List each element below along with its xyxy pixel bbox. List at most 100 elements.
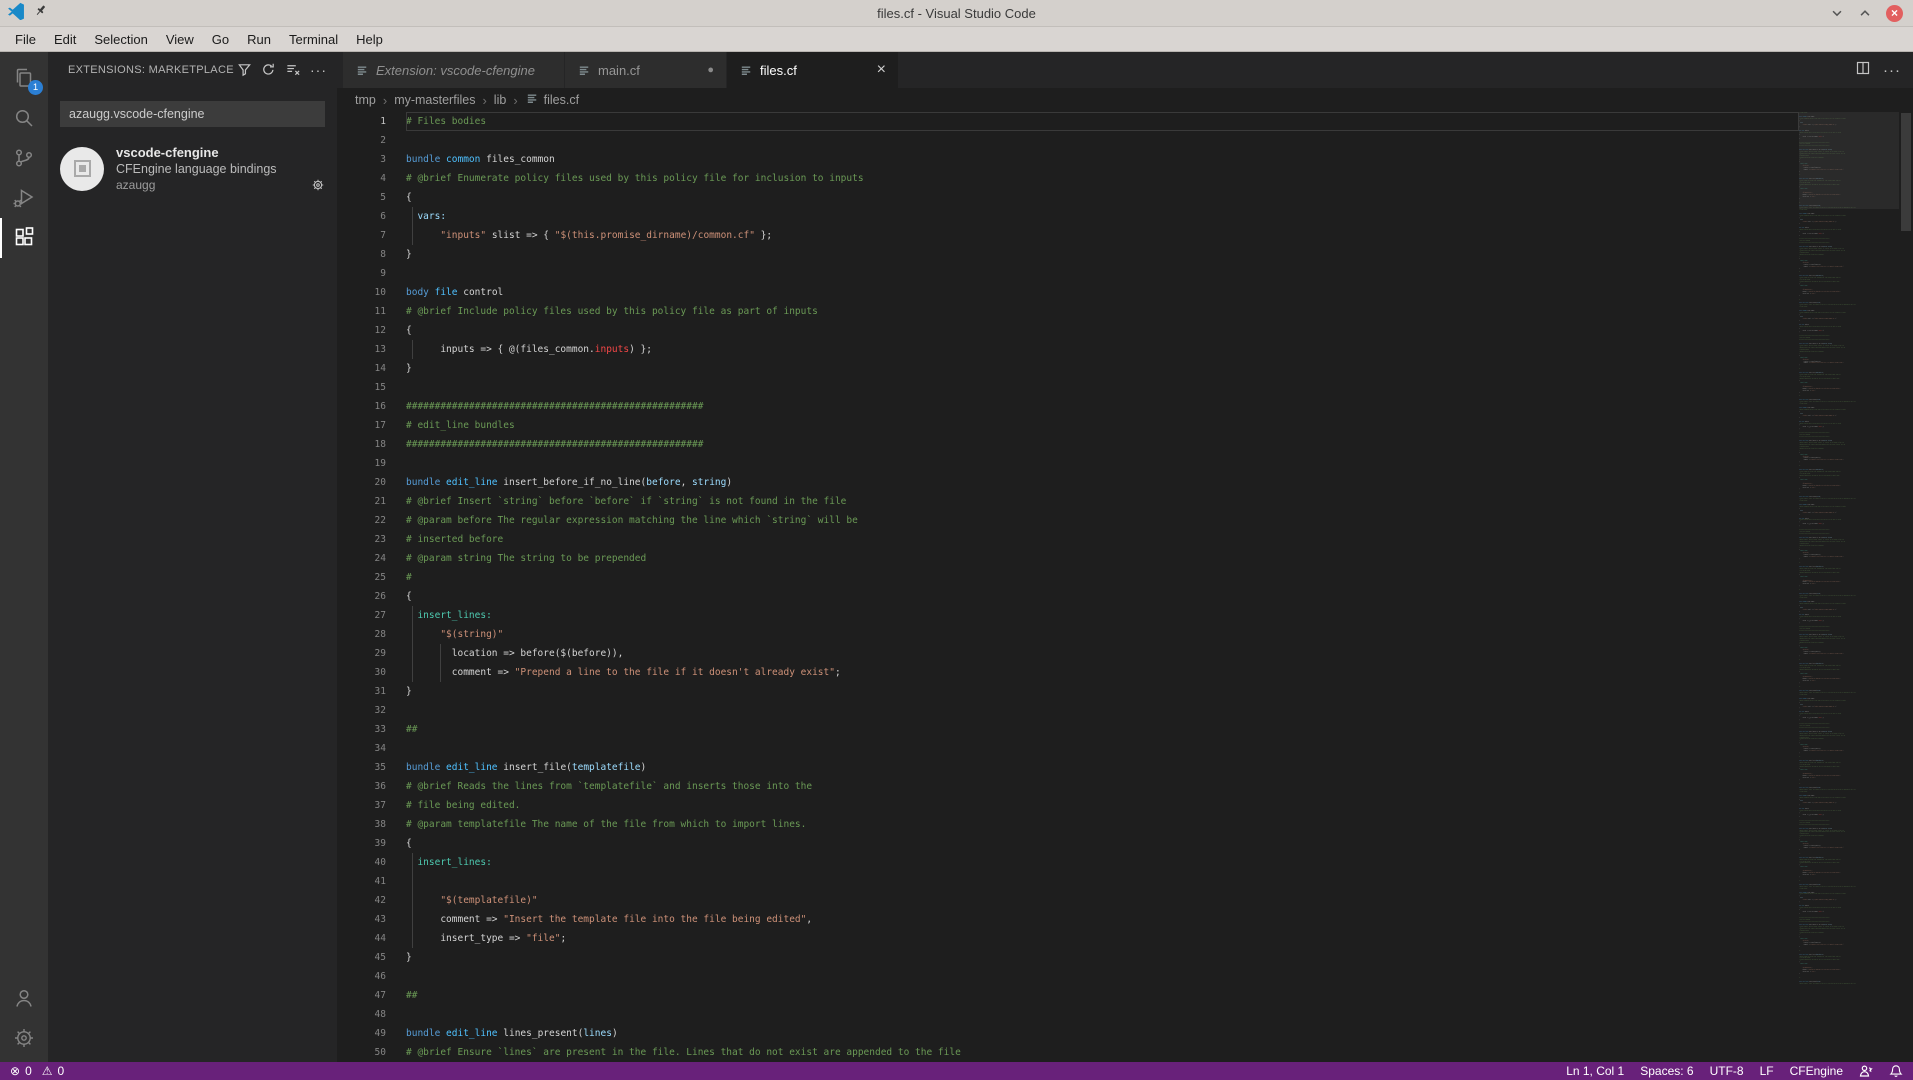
code-line-25[interactable]: 25# [337, 568, 1799, 587]
code-line-43[interactable]: 43 comment => "Insert the template file … [337, 910, 1799, 929]
tab-main-cf[interactable]: main.cf● [565, 52, 727, 88]
code-line-27[interactable]: 27 insert_lines: [337, 606, 1799, 625]
code-line-24[interactable]: 24# @param string The string to be prepe… [337, 549, 1799, 568]
activity-explorer[interactable]: 1 [0, 58, 48, 98]
code-line-28[interactable]: 28 "$(string)" [337, 625, 1799, 644]
minimap-slider[interactable] [1799, 112, 1899, 209]
manage-extension-gear-icon[interactable] [311, 178, 325, 192]
more-actions-icon[interactable]: ··· [310, 65, 327, 75]
code-line-10[interactable]: 10body file control [337, 283, 1799, 302]
code-line-37[interactable]: 37# file being edited. [337, 796, 1799, 815]
activity-source-control[interactable] [0, 138, 48, 178]
code-line-23[interactable]: 23# inserted before [337, 530, 1799, 549]
activity-settings[interactable] [0, 1018, 48, 1058]
code-line-7[interactable]: 7 "inputs" slist => { "$(this.promise_di… [337, 226, 1799, 245]
code-line-36[interactable]: 36# @brief Reads the lines from `templat… [337, 777, 1799, 796]
code-line-33[interactable]: 33## [337, 720, 1799, 739]
refresh-button[interactable] [261, 62, 276, 77]
code-line-46[interactable]: 46 [337, 967, 1799, 986]
menu-edit[interactable]: Edit [45, 27, 85, 52]
feedback-icon[interactable] [1859, 1064, 1873, 1078]
modified-dot-icon[interactable]: ● [707, 64, 714, 76]
menu-view[interactable]: View [157, 27, 203, 52]
sidebar-header: EXTENSIONS: MARKETPLACE ··· [48, 52, 337, 87]
code-line-34[interactable]: 34 [337, 739, 1799, 758]
menu-terminal[interactable]: Terminal [280, 27, 347, 52]
code-line-26[interactable]: 26{ [337, 587, 1799, 606]
code-line-3[interactable]: 3bundle common files_common [337, 150, 1799, 169]
code-line-29[interactable]: 29 location => before($(before)), [337, 644, 1799, 663]
code-line-9[interactable]: 9 [337, 264, 1799, 283]
code-line-31[interactable]: 31} [337, 682, 1799, 701]
breadcrumb-item-files-cf[interactable]: files.cf [525, 91, 579, 109]
code-line-1[interactable]: 1# Files bodies [337, 112, 1799, 131]
code-line-19[interactable]: 19 [337, 454, 1799, 473]
extension-search-input[interactable] [60, 101, 325, 127]
code-line-39[interactable]: 39{ [337, 834, 1799, 853]
code-line-32[interactable]: 32 [337, 701, 1799, 720]
code-line-20[interactable]: 20bundle edit_line insert_before_if_no_l… [337, 473, 1799, 492]
code-line-11[interactable]: 11# @brief Include policy files used by … [337, 302, 1799, 321]
activity-search[interactable] [0, 98, 48, 138]
code-line-13[interactable]: 13 inputs => { @(files_common.inputs) }; [337, 340, 1799, 359]
code-line-16[interactable]: 16######################################… [337, 397, 1799, 416]
code-line-40[interactable]: 40 insert_lines: [337, 853, 1799, 872]
code-line-22[interactable]: 22# @param before The regular expression… [337, 511, 1799, 530]
menu-help[interactable]: Help [347, 27, 392, 52]
code-line-18[interactable]: 18######################################… [337, 435, 1799, 454]
notifications-bell-icon[interactable] [1889, 1064, 1903, 1078]
breadcrumb-item-lib[interactable]: lib [494, 93, 507, 107]
menu-file[interactable]: File [6, 27, 45, 52]
code-line-44[interactable]: 44 insert_type => "file"; [337, 929, 1799, 948]
minimize-button[interactable] [1830, 6, 1844, 20]
clear-search-results-button[interactable] [285, 62, 301, 77]
code-line-45[interactable]: 45} [337, 948, 1799, 967]
code-line-50[interactable]: 50# @brief Ensure `lines` are present in… [337, 1043, 1799, 1062]
code-line-35[interactable]: 35bundle edit_line insert_file(templatef… [337, 758, 1799, 777]
code-line-38[interactable]: 38# @param templatefile The name of the … [337, 815, 1799, 834]
extension-list-item[interactable]: vscode-cfengine CFEngine language bindin… [48, 137, 337, 200]
code-line-5[interactable]: 5{ [337, 188, 1799, 207]
filter-extensions-button[interactable] [237, 62, 252, 77]
status-language-mode[interactable]: CFEngine [1790, 1064, 1843, 1078]
breadcrumb-item-tmp[interactable]: tmp [355, 93, 376, 107]
code-line-6[interactable]: 6 vars: [337, 207, 1799, 226]
minimap[interactable]: # Files bodiesbundle common files_common… [1799, 112, 1899, 1062]
activity-extensions[interactable] [0, 218, 48, 258]
activity-run-and-debug[interactable] [0, 178, 48, 218]
code-line-21[interactable]: 21# @brief Insert `string` before `befor… [337, 492, 1799, 511]
status-end-of-line[interactable]: LF [1760, 1064, 1774, 1078]
code-line-49[interactable]: 49bundle edit_line lines_present(lines) [337, 1024, 1799, 1043]
code-line-30[interactable]: 30 comment => "Prepend a line to the fil… [337, 663, 1799, 682]
activity-accounts[interactable] [0, 978, 48, 1018]
scrollbar-thumb[interactable] [1901, 113, 1911, 231]
code-line-41[interactable]: 41 [337, 872, 1799, 891]
close-button[interactable]: × [1886, 5, 1903, 22]
code-line-48[interactable]: 48 [337, 1005, 1799, 1024]
vertical-scrollbar[interactable] [1899, 112, 1913, 1062]
code-line-8[interactable]: 8} [337, 245, 1799, 264]
status-encoding[interactable]: UTF-8 [1710, 1064, 1744, 1078]
breadcrumb-item-my-masterfiles[interactable]: my-masterfiles [394, 93, 475, 107]
editor-more-actions-icon[interactable]: ··· [1883, 62, 1901, 79]
code-line-17[interactable]: 17# edit_line bundles [337, 416, 1799, 435]
code-line-47[interactable]: 47## [337, 986, 1799, 1005]
status-cursor-position[interactable]: Ln 1, Col 1 [1566, 1064, 1624, 1078]
code-editor[interactable]: 1# Files bodies23bundle common files_com… [337, 112, 1799, 1062]
tab-extension-vscode-cfengine[interactable]: Extension: vscode-cfengine [343, 52, 565, 88]
code-line-4[interactable]: 4# @brief Enumerate policy files used by… [337, 169, 1799, 188]
problems-status[interactable]: ⊗ 0 ⚠ 0 [10, 1064, 64, 1078]
code-line-42[interactable]: 42 "$(templatefile)" [337, 891, 1799, 910]
code-line-12[interactable]: 12{ [337, 321, 1799, 340]
menu-selection[interactable]: Selection [85, 27, 156, 52]
status-indentation[interactable]: Spaces: 6 [1640, 1064, 1693, 1078]
menu-run[interactable]: Run [238, 27, 280, 52]
code-line-15[interactable]: 15 [337, 378, 1799, 397]
code-line-2[interactable]: 2 [337, 131, 1799, 150]
code-line-14[interactable]: 14} [337, 359, 1799, 378]
maximize-button[interactable] [1858, 6, 1872, 20]
menu-go[interactable]: Go [203, 27, 238, 52]
split-editor-button[interactable] [1855, 60, 1871, 81]
close-tab-icon[interactable]: × [877, 63, 886, 77]
tab-files-cf[interactable]: files.cf× [727, 52, 899, 88]
